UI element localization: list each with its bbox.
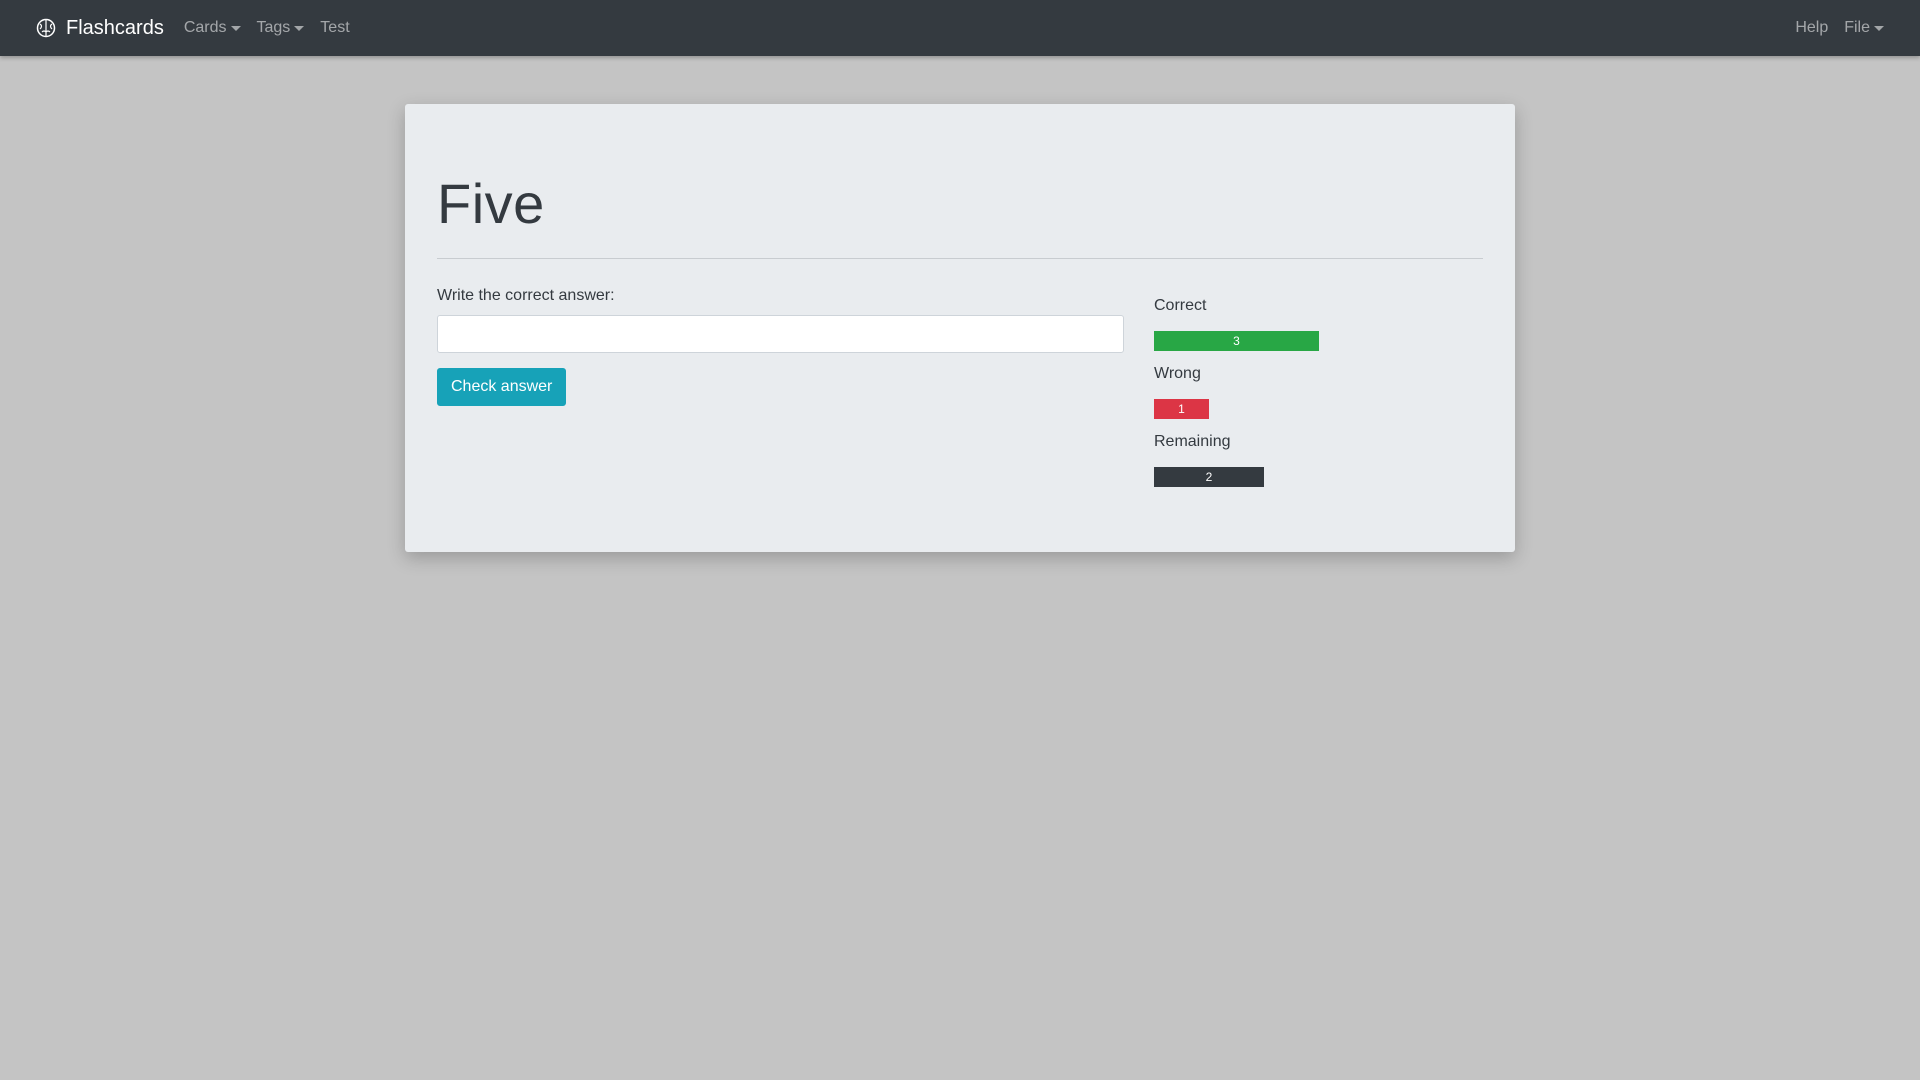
nav-test-label: Test (320, 19, 350, 36)
nav-test-link[interactable]: Test (320, 19, 349, 37)
nav-right-group: Help File (1795, 19, 1884, 37)
divider (437, 258, 1483, 259)
caret-down-icon (1874, 25, 1884, 31)
wrong-bar: 1 (1154, 399, 1209, 419)
check-answer-button[interactable]: Check answer (437, 368, 567, 406)
brand-link[interactable]: Flashcards (36, 17, 164, 40)
nav-tags-dropdown[interactable]: Tags (257, 19, 305, 37)
stats-section: Correct 3 Wrong 1 Remaining 2 (1154, 296, 1484, 500)
brand-name: Flashcards (66, 16, 164, 39)
caret-down-icon (230, 25, 241, 31)
nav-file-dropdown[interactable]: File (1844, 19, 1884, 37)
brain-icon (36, 18, 56, 38)
card-title: Five (437, 172, 545, 235)
remaining-progress: 2 (1154, 467, 1484, 487)
nav-cards-label: Cards (183, 19, 227, 36)
nav-cards-dropdown[interactable]: Cards (184, 19, 241, 37)
answer-label: Write the correct answer: (437, 287, 615, 304)
nav-help-link[interactable]: Help (1795, 19, 1828, 37)
correct-label: Correct (1154, 297, 1207, 314)
caret-down-icon (294, 25, 305, 31)
correct-progress: 3 (1154, 331, 1484, 351)
nav-help-label: Help (1795, 19, 1829, 36)
flashcard-panel: Five Write the correct answer: Check ans… (405, 104, 1515, 552)
wrong-label: Wrong (1154, 365, 1201, 382)
remaining-label: Remaining (1154, 433, 1231, 450)
navbar: Flashcards Cards Tags Test Help File (0, 0, 1920, 56)
correct-bar: 3 (1154, 331, 1319, 351)
answer-input[interactable] (437, 315, 1124, 353)
wrong-progress: 1 (1154, 399, 1484, 419)
nav-tags-label: Tags (256, 19, 291, 36)
remaining-bar: 2 (1154, 467, 1264, 487)
nav-file-label: File (1844, 19, 1870, 36)
answer-section: Write the correct answer: Check answer (437, 288, 1124, 406)
